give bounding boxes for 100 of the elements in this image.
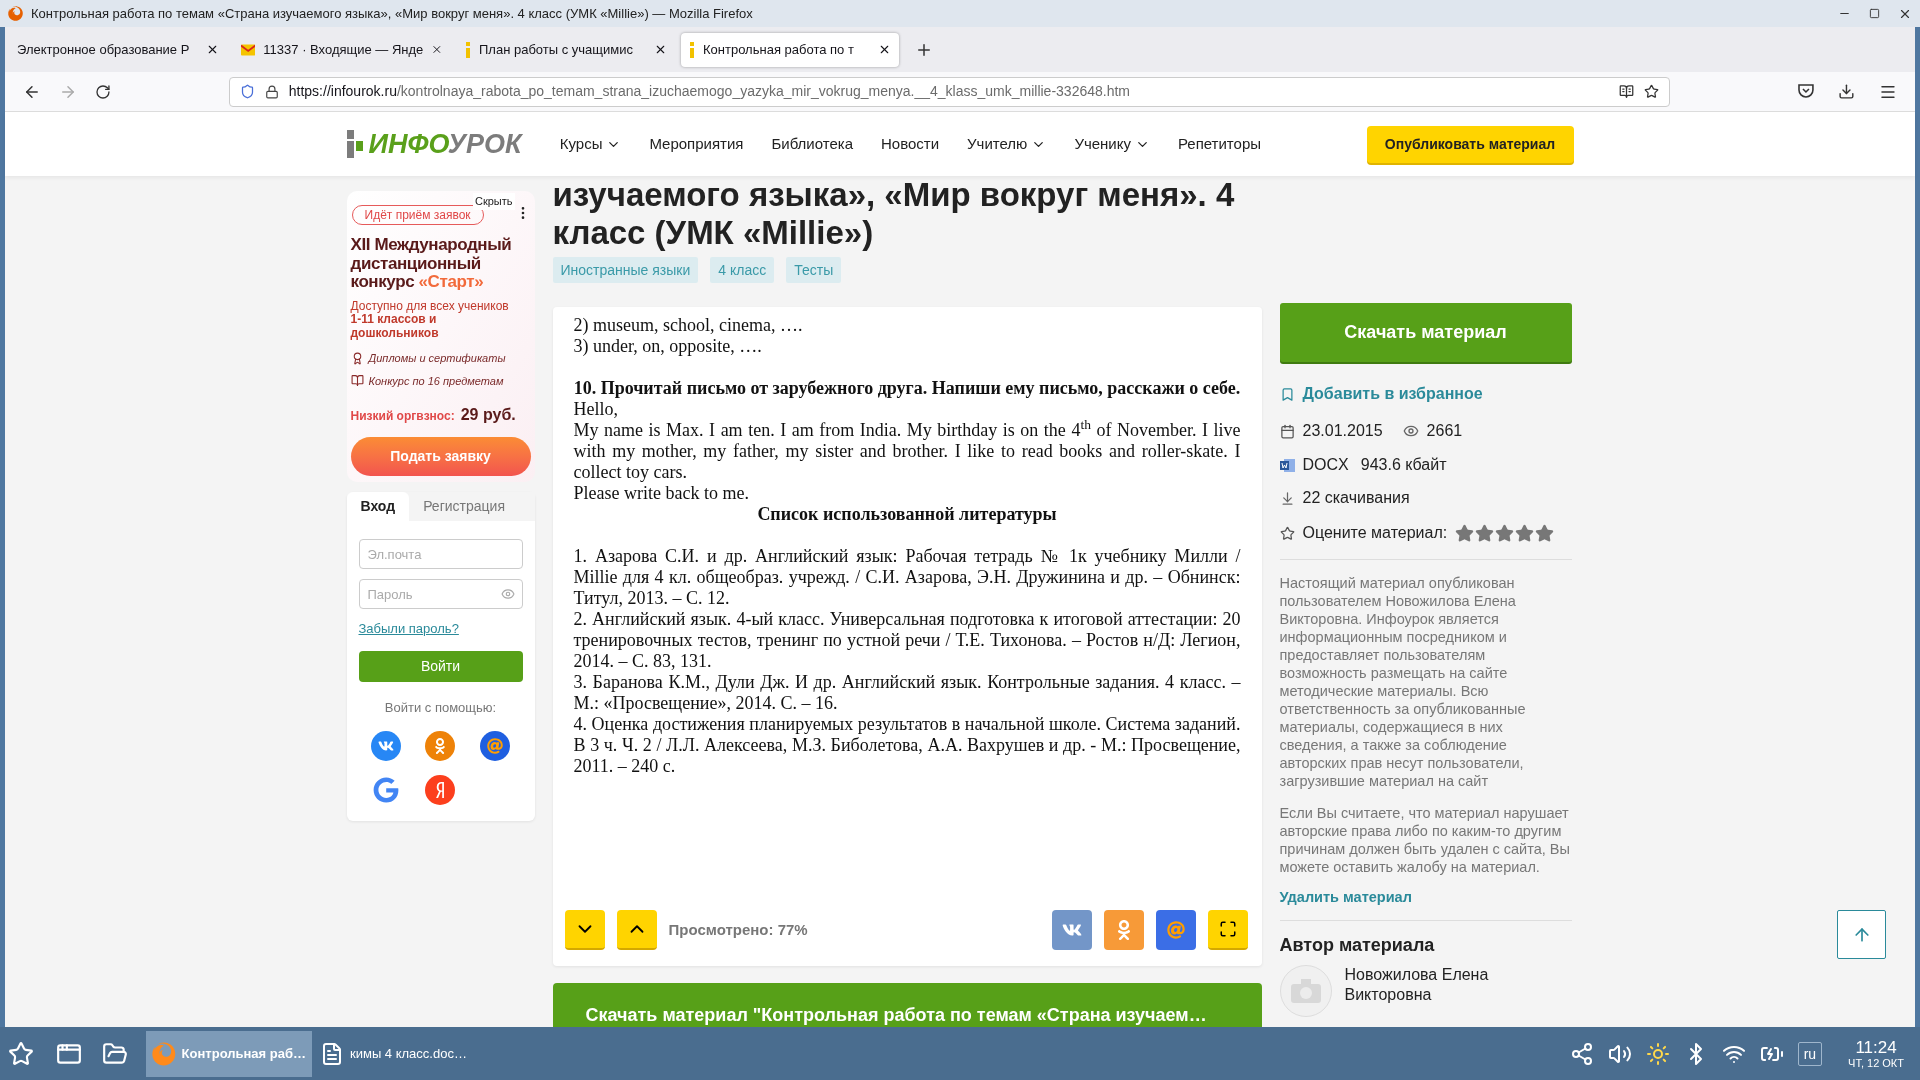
- publish-button[interactable]: Опубликовать материал: [1366, 125, 1574, 163]
- start-menu-icon[interactable]: [8, 1040, 34, 1067]
- file-format: DOCX: [1302, 455, 1349, 475]
- bookmark-star-icon[interactable]: [1644, 84, 1660, 99]
- document-paragraph: 4. Оценка достижения планируемых результатов в начальной школе. Система заданий. В 3 ч. Ч. 2 / Л.Л. Алексеева, М.З. Биболетова, А.А. Вахрушев и др. - М.: Просвещение, 2011. – 240 с.: [573, 714, 1241, 777]
- scroll-down-button[interactable]: [564, 910, 605, 950]
- logo-icon[interactable]: [346, 130, 363, 158]
- rate-label: Оцените материал:: [1302, 523, 1448, 543]
- notice-text: Настоящий материал опубликован пользователем Новожилова Елена Викторовна. Инфоурок является информационным посредником и предоставляет пользователям возможность размещать на сайте методические материалы. Всю ответственность за опубликованные материалы, содержащиеся в них сведения, а также за соблюдение авторских прав несут пользователи, загрузившие материал на сайт: [1279, 574, 1527, 790]
- reader-view-icon[interactable]: [1619, 84, 1635, 99]
- ad-subtitle: Доступно для всех учеников 1-11 классов и дошкольников: [350, 299, 510, 340]
- password-field[interactable]: Пароль: [358, 579, 523, 609]
- close-tab-icon[interactable]: [654, 43, 667, 56]
- delete-material-link[interactable]: Удалить материал: [1279, 886, 1572, 908]
- brightness-icon[interactable]: [1645, 1041, 1670, 1066]
- keyboard-layout[interactable]: ru: [1797, 1041, 1823, 1066]
- shield-icon: [239, 84, 255, 99]
- document-paragraph: 2) museum, school, cinema, ….: [573, 315, 804, 336]
- social-login-label: Войти с помощью:: [383, 698, 498, 717]
- network-icon[interactable]: [1569, 1041, 1594, 1066]
- book-icon: [350, 374, 364, 388]
- document-heading: 10. Прочитай письмо от зарубежного друга. Напиши ему письмо, расскажи о себе.: [573, 378, 1241, 399]
- star-outline-icon: [1279, 525, 1295, 541]
- login-tab[interactable]: Вход: [346, 492, 410, 521]
- nav-link[interactable]: Библиотека: [771, 132, 853, 156]
- vk-login-button[interactable]: [370, 731, 401, 761]
- nav-link[interactable]: Мероприятия: [649, 132, 744, 156]
- nav-link[interactable]: Репетиторы: [1177, 132, 1262, 156]
- email-field[interactable]: Эл.почта: [358, 539, 523, 569]
- nav-link[interactable]: Курсы: [559, 132, 622, 156]
- logo-text[interactable]: ИНФОУРОК: [368, 123, 522, 165]
- star-icon[interactable]: [1455, 523, 1475, 543]
- folder-icon[interactable]: [102, 1040, 128, 1067]
- ad-feature: Конкурс по 16 предметам: [368, 373, 504, 389]
- star-icon[interactable]: [1495, 523, 1515, 543]
- taskbar-task[interactable]: кимы 4 класс.doc…: [314, 1030, 480, 1077]
- nav-link[interactable]: Ученику: [1074, 132, 1150, 156]
- lock-icon: [264, 84, 279, 99]
- site-icon: [689, 41, 695, 58]
- mail-login-button[interactable]: [480, 731, 511, 761]
- ad-title: XII Международный дистанционный конкурс «Старт»: [350, 236, 513, 292]
- calendar-icon: [1279, 423, 1295, 439]
- nav-link[interactable]: Учителю: [967, 132, 1047, 156]
- reload-icon[interactable]: [94, 83, 111, 100]
- eye-icon: [1402, 423, 1419, 439]
- yandex-login-button[interactable]: [425, 775, 456, 805]
- google-icon: [372, 777, 399, 803]
- forgot-password-link[interactable]: Забыли пароль?: [358, 619, 459, 639]
- hide-ad-link[interactable]: Скрыть: [472, 193, 515, 210]
- browser-tab[interactable]: План работы с учащимис: [457, 32, 675, 67]
- document-paragraph: 1. Азарова С.И. и др. Английский язык: Рабочая тетрадь № 1к учебнику Милли / Millie для 4 кл. общеобраз. учрежд. / С.И. Азарова, Э.Н. Дружинина и др. – Обнинск: Титул, 2013. – С. 12.: [573, 546, 1241, 609]
- browser-tab[interactable]: Контрольная работа по т: [681, 32, 899, 67]
- material-title: изучаемого языка», «Мир вокруг меня». 4 класс (УМК «Millie»): [552, 176, 1236, 252]
- url-text: https://infourok.ru/kontrolnaya_rabota_po_temam_strana_izuchaemogo_yazyka_mir_vokrug_menya.__4_klass_umk_millie-332648.htm: [288, 82, 1132, 101]
- ad-card[interactable]: [346, 191, 535, 482]
- nav-link[interactable]: Новости: [881, 132, 940, 156]
- download-icon[interactable]: [1838, 83, 1856, 100]
- add-to-favorites-link[interactable]: Добавить в избранное: [1279, 382, 1572, 406]
- firefox-icon: [152, 1040, 176, 1067]
- document-paragraph: Please write back to me.: [573, 483, 750, 504]
- document-paragraph: 2. Английский язык. 4-ый класс. Универсальная подготовка к итоговой аттестации: 20 тренировочных тестов, тренинг по устной речи / Т.Е. Тихонова. – Ростов н/Д: Легион, 2014. – С. 83, 131.: [573, 609, 1241, 672]
- author-name[interactable]: Новожилова Елена Викторовна: [1344, 965, 1505, 1017]
- scroll-to-top-button[interactable]: [1837, 910, 1886, 959]
- notice-text: Если Вы считаете, что материал нарушает авторские права либо по каким-то другим причинам должен быть удален с сайта, Вы можете оставить жалобу на материал.: [1279, 804, 1571, 876]
- view-count: 2661: [1426, 421, 1463, 441]
- document-heading: Список использованной литературы: [756, 504, 1058, 525]
- star-icon[interactable]: [1515, 523, 1535, 543]
- star-icon[interactable]: [1475, 523, 1495, 543]
- download-count: 22 скачивания: [1302, 488, 1410, 508]
- fullscreen-icon: [1218, 920, 1237, 938]
- maximize-icon[interactable]: [1869, 8, 1880, 19]
- scroll-up-button[interactable]: [616, 910, 657, 950]
- word-file-icon: [1279, 457, 1295, 473]
- pocket-icon[interactable]: [1798, 84, 1815, 99]
- clock-date: ЧТ, 12 ОКТ: [1848, 1056, 1904, 1070]
- close-tab-icon[interactable]: [206, 43, 219, 56]
- fee-label: Низкий оргвзнос:: [350, 408, 455, 425]
- mail-share-button[interactable]: [1155, 910, 1196, 950]
- author-heading: Автор материала: [1279, 934, 1436, 957]
- close-tab-icon[interactable]: [878, 43, 891, 56]
- vk-share-button[interactable]: [1051, 910, 1092, 950]
- ok-login-button[interactable]: [425, 731, 456, 761]
- at-sign-icon: [487, 738, 504, 754]
- publish-date: 23.01.2015: [1302, 421, 1383, 441]
- document-paragraph: My name is Max. I am ten. I am from India. My birthday is on the 4$^{th}$ of November. I live with my mother, my father, my sister and brother. I like to read books and roller-skate. I collect toy cars.: [573, 420, 1241, 483]
- at-sign-icon: [1166, 921, 1185, 939]
- browser-tab[interactable]: 11337 · Входящие — Янде: [233, 32, 451, 67]
- star-icon[interactable]: [1535, 523, 1555, 543]
- fee-price: 29 руб.: [460, 405, 516, 425]
- bookmark-icon: [1279, 386, 1295, 402]
- camera-icon: [1290, 979, 1321, 1003]
- ad-feature: Дипломы и сертификаты: [368, 351, 506, 366]
- envelope-icon: [241, 43, 256, 56]
- address-bar[interactable]: https://infourok.ru/kontrolnaya_rabota_po_temam_strana_izuchaemogo_yazyka_mir_vokrug_menya.__4_klass_umk_millie-332648.htm: [228, 76, 1671, 107]
- clock-time: 11:24: [1855, 1037, 1897, 1057]
- browser-tab[interactable]: Электронное образование Р: [9, 32, 227, 67]
- window-title: Контрольная работа по темам «Страна изучаемого языка», «Мир вокруг меня». 4 класс (УМК «Millie») — Mozilla Firefox: [31, 4, 754, 23]
- site-icon: [465, 41, 471, 58]
- firefox-icon: [8, 6, 23, 21]
- fullscreen-button[interactable]: [1207, 910, 1248, 950]
